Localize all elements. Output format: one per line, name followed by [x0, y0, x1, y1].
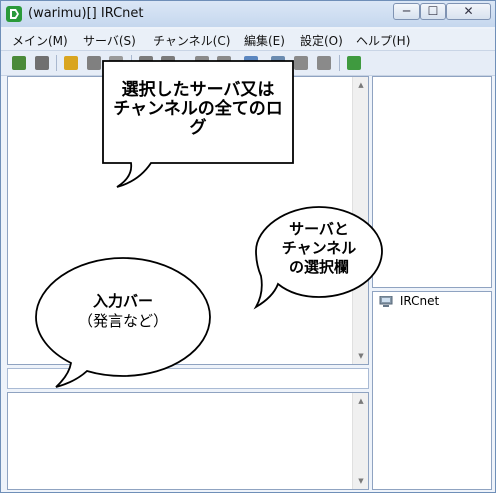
computer-icon	[379, 295, 393, 308]
scroll-up-arrow-icon[interactable]: ▲	[353, 81, 369, 89]
menu-edit[interactable]: 編集(E)	[244, 32, 285, 49]
save-icon[interactable]	[87, 56, 101, 70]
scroll-down-arrow-icon[interactable]: ▼	[353, 477, 369, 485]
disconnect-icon[interactable]	[35, 56, 49, 70]
secondary-log-pane[interactable]: ▲ ▼	[7, 392, 369, 490]
tree-item-label: IRCnet	[399, 294, 440, 308]
channel-tree-pane[interactable]: IRCnet	[372, 291, 492, 490]
nick-list-pane[interactable]	[372, 76, 492, 288]
input-callout-text: 入力バー （発言など）	[77, 292, 168, 330]
tree-callout-text: サーバと チャンネル の選択欄	[281, 220, 357, 276]
secondary-scrollbar[interactable]: ▲ ▼	[352, 393, 368, 489]
scroll-up-arrow-icon[interactable]: ▲	[353, 397, 369, 405]
connect-icon[interactable]	[12, 56, 26, 70]
key-icon[interactable]	[195, 56, 209, 70]
maximize-button[interactable]: ☐	[420, 3, 446, 20]
menu-main[interactable]: メイン(M)	[12, 32, 68, 49]
window-icon[interactable]	[161, 56, 175, 70]
menu-help[interactable]: ヘルプ(H)	[356, 32, 410, 49]
menu-settings[interactable]: 設定(O)	[300, 32, 343, 49]
toolbar	[1, 51, 495, 76]
maximize-icon: ☐	[427, 4, 439, 18]
export-icon[interactable]	[347, 56, 361, 70]
minimize-button[interactable]: ─	[393, 3, 420, 20]
app-logo-icon	[6, 6, 22, 22]
menu-server[interactable]: サーバ(S)	[83, 32, 136, 49]
toolbar-separator	[56, 55, 57, 71]
list-icon[interactable]	[139, 56, 153, 70]
menu-channel[interactable]: チャンネル(C)	[153, 32, 230, 49]
toolbar-separator	[131, 55, 132, 71]
settings-icon[interactable]	[109, 56, 123, 70]
close-icon: ✕	[463, 4, 474, 18]
scroll-down-arrow-icon[interactable]: ▼	[353, 352, 369, 360]
bird-icon[interactable]	[294, 56, 308, 70]
user-icon[interactable]	[217, 56, 231, 70]
irc-client-window: (warimu)[] IRCnet ─ ☐ ✕ メイン(M) サーバ(S) チャ…	[0, 0, 496, 493]
log-callout-text: 選択したサーバ又は チャンネルの全てのロ グ	[113, 80, 283, 138]
title-bar[interactable]: (warimu)[] IRCnet ─ ☐ ✕	[1, 1, 495, 27]
open-folder-icon[interactable]	[64, 56, 78, 70]
window-title: (warimu)[] IRCnet	[28, 6, 144, 21]
toolbar-separator	[339, 55, 340, 71]
minimize-icon: ─	[402, 4, 411, 18]
menu-bar: メイン(M) サーバ(S) チャンネル(C) 編集(E) 設定(O) ヘルプ(H…	[1, 29, 495, 51]
tree-item-ircnet[interactable]: IRCnet	[379, 294, 439, 308]
search-icon[interactable]	[271, 56, 285, 70]
check-icon[interactable]	[244, 56, 258, 70]
lock-icon[interactable]	[317, 56, 331, 70]
close-button[interactable]: ✕	[446, 3, 491, 20]
message-input[interactable]	[7, 368, 369, 389]
